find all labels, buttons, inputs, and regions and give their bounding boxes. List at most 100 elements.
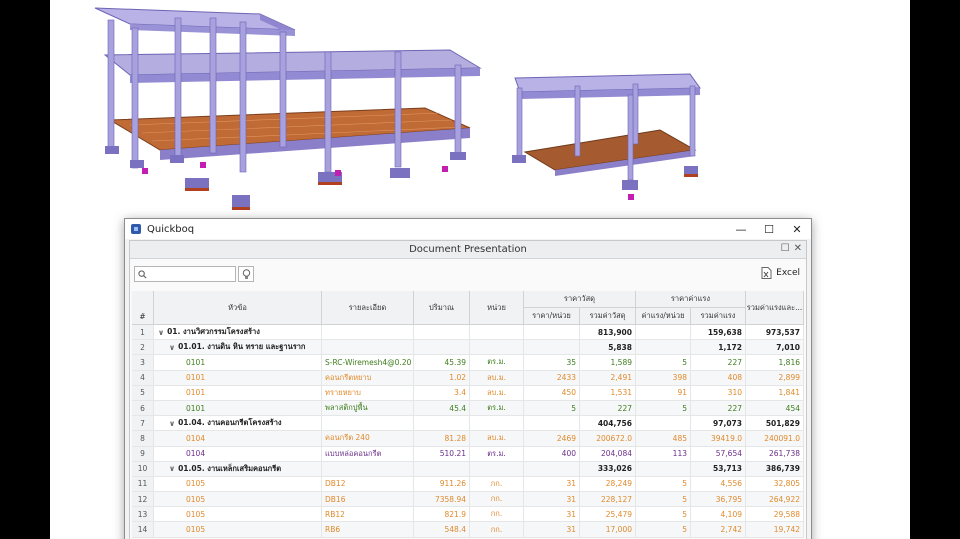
row-lab-total-text: 39419.0 (710, 433, 742, 443)
hint-button[interactable] (238, 266, 254, 282)
row-lab-total: 4,109 (691, 507, 746, 522)
panel-restore-button[interactable]: ☐ (781, 243, 790, 254)
row-mat-total: 25,479 (580, 507, 636, 522)
panel-title: Document Presentation (409, 244, 527, 255)
row-mat-total-text: 1,589 (610, 357, 632, 367)
table-row[interactable]: 1 ∨ 01. งานวิศวกรรมโครงสร้าง 813,900 159,638… (132, 325, 804, 341)
row-mat-total-text: 2,491 (610, 373, 632, 383)
table-row[interactable]: 11 0105 DB12 911.26 กก. 31 28,249 5 4,556 32,805 (132, 476, 804, 493)
row-lab-unit-text: 5 (682, 509, 687, 519)
excel-export-button[interactable]: Excel (761, 267, 800, 279)
quickboq-window[interactable]: Quickboq — ☐ ✕ Document Presentation ☐ ✕ (124, 218, 812, 539)
building-model-main (94, 7, 482, 210)
row-qty (414, 416, 470, 431)
col-header-lab-unit[interactable]: ค่าแรง/หน่วย (636, 308, 691, 325)
row-number-text: 9 (140, 449, 145, 459)
expand-chevron-icon[interactable]: ∨ (169, 419, 175, 428)
table-row[interactable]: 7 ∨ 01.04. งานคอนกรีตโครงสร้าง 404,756 97,07… (132, 416, 804, 432)
row-lab-total: 408 (691, 370, 746, 385)
row-mat-unit-text: 31 (566, 509, 576, 519)
row-lab-total: 39419.0 (691, 431, 746, 446)
expand-chevron-icon[interactable]: ∨ (169, 464, 175, 473)
table-header: # หัวข้อ รายละเอียด ปริมาณ หน่วย ราคาวัส… (132, 291, 804, 325)
col-header-topic[interactable]: หัวข้อ (154, 291, 322, 325)
table-row[interactable]: 14 0105 RB6 548.4 กก. 31 17,000 5 2,742 19,742 (132, 522, 804, 538)
row-grand-total: 973,537 (746, 325, 804, 340)
table-row[interactable]: 4 0101 คอนกรีตหยาบ 1.02 ลบ.ม. 2433 2,491 398 408… (132, 370, 804, 386)
panel-close-button[interactable]: ✕ (794, 243, 802, 254)
row-mat-total: 333,026 (580, 461, 636, 476)
panel-toolbar: Excel (130, 259, 806, 289)
row-lab-total: 53,713 (691, 461, 746, 476)
row-number: 11 (132, 476, 154, 492)
row-grand-total-text: 2,899 (778, 373, 800, 383)
row-mat-total-text: 25,479 (605, 509, 632, 519)
boq-table[interactable]: # หัวข้อ รายละเอียด ปริมาณ หน่วย ราคาวัส… (132, 291, 804, 538)
expand-chevron-icon[interactable]: ∨ (158, 328, 164, 337)
row-lab-unit: 5 (636, 476, 691, 492)
row-topic: 0104 (154, 431, 322, 446)
row-detail: RB12 (322, 507, 414, 522)
row-qty: 81.28 (414, 431, 470, 446)
col-header-qty[interactable]: ปริมาณ (414, 291, 470, 325)
table-row[interactable]: 6 0101 พลาสติกปูพื้น 45.4 ตร.ม. 5 227 5 227 454 (132, 400, 804, 417)
row-mat-total-text: 204,084 (600, 449, 632, 459)
document-presentation-panel: Document Presentation ☐ ✕ Excel # หัวข้อ… (129, 240, 807, 539)
table-row[interactable]: 13 0105 RB12 821.9 กก. 31 25,479 5 4,109 29,588 (132, 507, 804, 523)
row-number: 3 (132, 355, 154, 370)
row-detail-text: S-RC-Wiremesh4@0.20 (325, 357, 412, 367)
row-mat-unit-text: 31 (566, 479, 576, 489)
building-model-annex (512, 73, 701, 200)
row-mat-total-text: 333,026 (597, 464, 632, 474)
row-lab-total: 36,795 (691, 492, 746, 507)
table-row[interactable]: 2 ∨ 01.01. งานดิน หิน ทราย และฐานราก 5,838 1… (132, 340, 804, 356)
search-input[interactable] (147, 269, 227, 279)
col-header-grand-total[interactable]: รวมค่าแรงและ... (746, 291, 804, 325)
row-lab-unit: 5 (636, 522, 691, 537)
close-button[interactable]: ✕ (783, 219, 811, 239)
window-titlebar[interactable]: Quickboq — ☐ ✕ (125, 219, 811, 239)
row-topic-text: 0101 (186, 373, 206, 383)
row-number: 4 (132, 370, 154, 385)
row-mat-unit: 400 (524, 446, 580, 461)
minimize-button[interactable]: — (727, 219, 755, 239)
col-header-mat-unit[interactable]: ราคา/หน่วย (524, 308, 580, 325)
row-topic: ∨ 01. งานวิศวกรรมโครงสร้าง (154, 325, 322, 340)
row-detail-text: RB6 (325, 525, 341, 535)
table-row[interactable]: 10 ∨ 01.05. งานเหล็กเสริมคอนกรีต 333,026 53,… (132, 461, 804, 477)
row-grand-total: 501,829 (746, 416, 804, 431)
row-lab-total-text: 408 (727, 373, 742, 383)
maximize-button[interactable]: ☐ (755, 219, 783, 239)
row-grand-total: 454 (746, 400, 804, 416)
row-mat-unit-text: 35 (566, 357, 576, 367)
row-mat-unit: 35 (524, 355, 580, 370)
row-mat-total: 813,900 (580, 325, 636, 340)
row-lab-total-text: 310 (727, 388, 742, 398)
row-topic: 0104 (154, 446, 322, 461)
row-detail: DB16 (322, 492, 414, 507)
table-row[interactable]: 3 0101 S-RC-Wiremesh4@0.20 45.39 ตร.ม. 35 1,58… (132, 355, 804, 371)
table-row[interactable]: 5 0101 ทรายหยาบ 3.4 ลบ.ม. 450 1,531 91 310 1,841 (132, 385, 804, 401)
row-mat-unit (524, 325, 580, 340)
row-lab-unit (636, 340, 691, 355)
row-qty-text: 7358.94 (434, 494, 466, 504)
structure-3d-view[interactable] (50, 0, 910, 215)
row-lab-unit-text: 485 (672, 433, 687, 443)
col-header-detail[interactable]: รายละเอียด (322, 291, 414, 325)
row-number-text: 14 (137, 525, 148, 535)
table-row[interactable]: 9 0104 แบบหล่อคอนกรีต 510.21 ตร.ม. 400 204,084… (132, 446, 804, 462)
search-box[interactable] (134, 266, 236, 282)
row-detail-text: คอนกรีต 240 (325, 433, 370, 443)
col-header-lab-total[interactable]: รวมค่าแรง (691, 308, 746, 325)
col-header-num[interactable]: # (132, 291, 154, 325)
col-header-unit[interactable]: หน่วย (470, 291, 524, 325)
row-mat-unit-text: 31 (566, 525, 576, 535)
table-row[interactable]: 12 0105 DB16 7358.94 กก. 31 228,127 5 36,795 264,… (132, 492, 804, 508)
row-qty-text: 45.39 (444, 357, 466, 367)
row-lab-unit-text: 5 (682, 494, 687, 504)
row-lab-total: 4,556 (691, 476, 746, 492)
table-row[interactable]: 8 0104 คอนกรีต 240 81.28 ลบ.ม. 2469 200672.0 48… (132, 431, 804, 447)
col-header-mat-total[interactable]: รวมค่าวัสดุ (580, 308, 636, 325)
row-mat-unit-text: 2469 (556, 433, 576, 443)
expand-chevron-icon[interactable]: ∨ (169, 343, 175, 352)
